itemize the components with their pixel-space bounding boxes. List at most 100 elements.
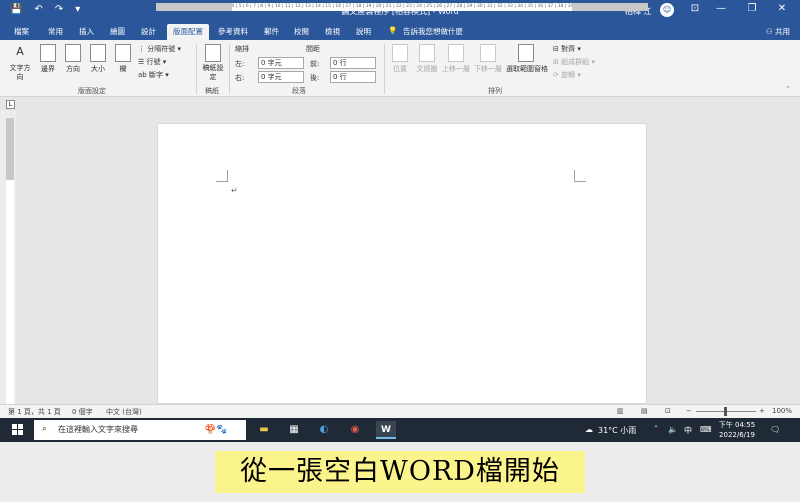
paragraph-mark: ↵: [231, 186, 238, 195]
ribbon: A 文字方向 邊界 方向 大小 欄 ⋮ 分隔符號 ▾ ☰ 行號 ▾ ab 斷字 …: [0, 40, 800, 97]
input-method-indicator[interactable]: 中: [684, 425, 692, 436]
separator: [196, 44, 197, 94]
tab-help[interactable]: 說明: [356, 26, 371, 37]
tab-mailings[interactable]: 郵件: [264, 26, 279, 37]
tab-insert[interactable]: 插入: [79, 26, 94, 37]
text-direction-label: 文字方向: [9, 64, 31, 81]
hyphenation-button[interactable]: ab 斷字 ▾: [138, 70, 169, 80]
collapse-ribbon-icon[interactable]: ˆ: [786, 86, 790, 94]
tab-view[interactable]: 檢視: [325, 26, 340, 37]
selection-pane-button[interactable]: 選取範圍窗格: [506, 44, 548, 74]
orientation-icon: [65, 44, 81, 62]
zoom-in-button[interactable]: +: [759, 407, 765, 415]
avatar[interactable]: ☺: [660, 3, 674, 17]
windows-start-icon[interactable]: [12, 424, 24, 436]
print-layout-icon[interactable]: ▤: [641, 407, 648, 415]
position-button[interactable]: 位置: [390, 44, 410, 74]
size-icon: [90, 44, 106, 62]
tab-draw[interactable]: 繪圖: [110, 26, 125, 37]
text-direction-button[interactable]: A 文字方向: [8, 44, 32, 82]
tab-selector-icon[interactable]: L: [6, 100, 15, 109]
tray-expand-icon[interactable]: ˆ: [654, 425, 658, 434]
align-button[interactable]: ⊟ 對齊 ▾: [553, 44, 581, 54]
margins-button[interactable]: 邊界: [38, 44, 58, 74]
bring-forward-label: 上移一層: [442, 65, 470, 73]
chrome-icon[interactable]: ◉: [345, 421, 365, 439]
spacing-before-input[interactable]: 0 行: [330, 57, 376, 69]
ruler-right-margin: [572, 3, 648, 11]
read-mode-icon[interactable]: ▥: [617, 407, 624, 415]
zoom-level[interactable]: 100%: [772, 407, 792, 415]
search-highlight-icon[interactable]: 🍄🐾: [196, 421, 236, 439]
keyboard-icon[interactable]: ⌨: [700, 425, 712, 434]
columns-icon: [115, 44, 131, 62]
store-icon[interactable]: ▦: [284, 421, 304, 439]
separator: [229, 44, 230, 94]
share-icon: ⚇: [765, 27, 773, 36]
clock[interactable]: 下午 04:55 2022/6/19: [712, 420, 762, 440]
align-label: 對齊: [561, 45, 576, 53]
spacing-after-input[interactable]: 0 行: [330, 71, 376, 83]
close-button[interactable]: ✕: [775, 3, 789, 14]
lightbulb-icon: 💡: [388, 26, 398, 35]
status-bar: 第 1 頁，共 1 頁 0 個字 中文 (台灣) ▥ ▤ ⊡ − + 100%: [0, 404, 800, 418]
rotate-icon: ⟳: [553, 71, 562, 79]
tell-me-search[interactable]: 告訴我您想做什麼: [403, 26, 463, 37]
word-count[interactable]: 0 個字: [72, 407, 93, 417]
tab-home[interactable]: 常用: [48, 26, 63, 37]
wrap-text-button[interactable]: 文繞圖: [415, 44, 439, 74]
orientation-button[interactable]: 方向: [63, 44, 83, 74]
line-numbers-button[interactable]: ☰ 行號 ▾: [138, 57, 166, 67]
rotate-button[interactable]: ⟳ 旋轉 ▾: [553, 70, 581, 80]
tab-review[interactable]: 校閱: [294, 26, 309, 37]
size-button[interactable]: 大小: [88, 44, 108, 74]
indent-right-label: 右:: [235, 74, 245, 82]
word-icon[interactable]: W: [376, 421, 396, 439]
indent-right-input[interactable]: 0 字元: [258, 71, 304, 83]
columns-button[interactable]: 欄: [113, 44, 133, 74]
breaks-button[interactable]: ⋮ 分隔符號 ▾: [138, 44, 181, 54]
document-page[interactable]: ↵: [157, 123, 647, 404]
restore-button[interactable]: ❐: [745, 3, 759, 14]
notification-icon[interactable]: 🗨: [770, 425, 780, 434]
arrange-group-label: 排列: [488, 87, 502, 95]
spacing-after-label: 後:: [310, 74, 320, 82]
send-backward-icon: [480, 44, 496, 62]
web-layout-icon[interactable]: ⊡: [665, 407, 671, 415]
tab-design[interactable]: 設計: [141, 26, 156, 37]
language-status[interactable]: 中文 (台灣): [106, 407, 142, 417]
group-button[interactable]: ⊞ 組成群組 ▾: [553, 57, 595, 67]
spacing-label: 間距: [306, 45, 320, 53]
tab-references[interactable]: 參考資料: [218, 26, 248, 37]
rotate-label: 旋轉: [561, 71, 576, 79]
margins-icon: [40, 44, 56, 62]
indent-left-input[interactable]: 0 字元: [258, 57, 304, 69]
page-count[interactable]: 第 1 頁，共 1 頁: [8, 407, 61, 417]
hyphenation-icon: ab: [138, 71, 149, 79]
zoom-slider-thumb[interactable]: [724, 407, 727, 416]
draft-group-label: 稿紙: [205, 87, 219, 95]
taskbar: 在這裡輸入文字來搜尋 ⌕ 🍄🐾 ▬ ▦ ◐ ◉ W ☁ 31°C 小雨 ˆ 🔈 …: [0, 418, 800, 442]
share-button[interactable]: ⚇ 共用: [766, 26, 790, 37]
paragraph-group-label: 段落: [292, 87, 306, 95]
position-label: 位置: [393, 65, 407, 73]
margins-label: 邊界: [41, 65, 55, 73]
selection-pane-label: 選取範圍窗格: [506, 65, 548, 73]
tab-layout[interactable]: 版面配置: [167, 24, 209, 41]
weather-icon: ☁: [585, 425, 593, 434]
edge-icon[interactable]: ◐: [314, 421, 334, 439]
indent-label: 縮排: [235, 45, 249, 53]
bring-forward-button[interactable]: 上移一層: [442, 44, 470, 74]
zoom-out-button[interactable]: −: [686, 407, 692, 415]
send-backward-button[interactable]: 下移一層: [474, 44, 502, 74]
volume-icon[interactable]: 🔈: [668, 425, 678, 434]
draft-settings-button[interactable]: 稿紙設定: [202, 44, 224, 82]
minimize-button[interactable]: —: [714, 3, 728, 14]
columns-label: 欄: [119, 65, 127, 73]
tab-file[interactable]: 檔案: [14, 26, 29, 37]
weather-status[interactable]: 31°C 小雨: [598, 425, 636, 436]
size-label: 大小: [91, 65, 105, 73]
draft-settings-icon: [205, 44, 221, 62]
ribbon-display-options-icon[interactable]: ⊡: [688, 3, 702, 14]
file-explorer-icon[interactable]: ▬: [254, 421, 274, 439]
